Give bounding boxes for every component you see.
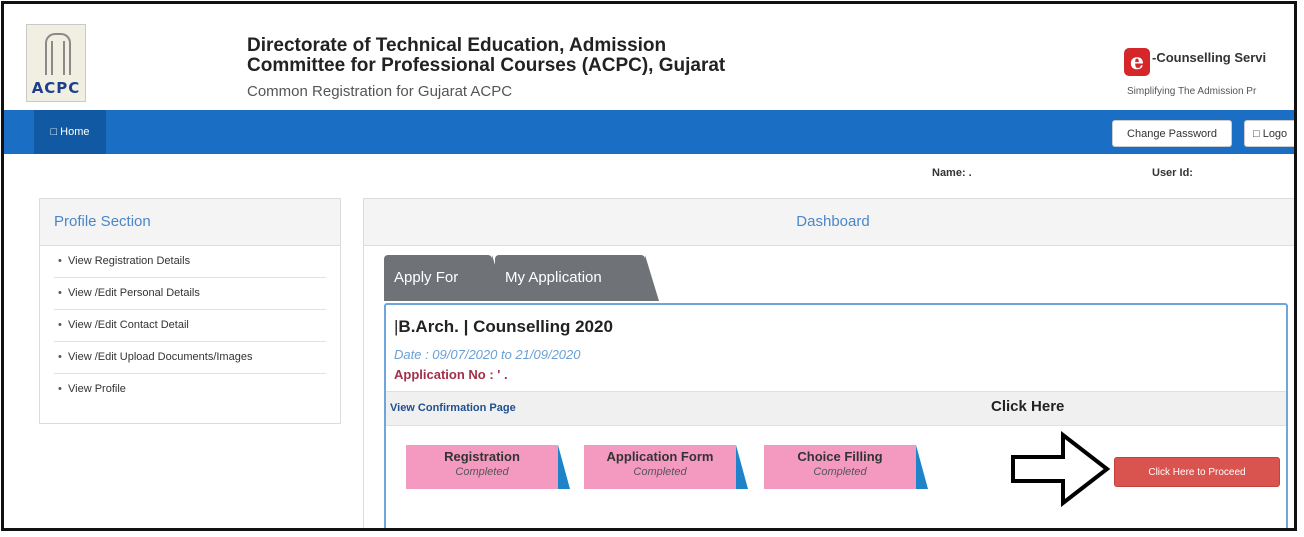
site-title-line2: Committee for Professional Courses (ACPC… (247, 55, 726, 76)
step-title: Choice Filling (797, 449, 883, 464)
acpc-logo: ACPC (26, 24, 86, 102)
step-title: Application Form (606, 449, 714, 464)
course-title: |B.Arch. | Counselling 2020 (394, 317, 613, 337)
dashboard-panel: Dashboard Apply For My Application |B.Ar… (363, 198, 1294, 528)
page-frame: ACPC Directorate of Technical Education,… (1, 1, 1297, 531)
profile-item-label: View Profile (68, 383, 126, 395)
bullet-icon: • (58, 287, 62, 299)
profile-item-label: View /Edit Upload Documents/Images (68, 351, 253, 363)
profile-section-title: Profile Section (40, 199, 340, 246)
click-here-annotation: Click Here (991, 398, 1065, 415)
step-title: Registration (444, 449, 520, 464)
main-navbar: □ Home Change Password □ Logo (4, 110, 1294, 154)
application-number: Application No : ' . (394, 367, 508, 382)
bullet-icon: • (58, 319, 62, 331)
click-here-to-proceed-button[interactable]: Click Here to Proceed (1114, 457, 1280, 487)
profile-item-edit-personal[interactable]: • View /Edit Personal Details (54, 278, 326, 310)
dashboard-title: Dashboard (364, 199, 1294, 246)
pillar-emblem-icon (45, 33, 71, 75)
e-counselling-title: -Counselling Servi (1152, 50, 1267, 65)
site-title-line1: Directorate of Technical Education, Admi… (247, 35, 667, 56)
profile-item-label: View /Edit Contact Detail (68, 319, 189, 331)
counselling-dates: Date : 09/07/2020 to 21/09/2020 (394, 347, 581, 362)
bullet-icon: • (58, 255, 62, 267)
step-application-form: Application Form Completed (584, 445, 748, 489)
e-counselling-logo-icon: e (1124, 48, 1150, 76)
confirmation-row: View Confirmation Page Click Here (386, 391, 1286, 426)
step-choice-filling: Choice Filling Completed (764, 445, 928, 489)
bullet-icon: • (58, 351, 62, 363)
course-suffix: | Counselling 2020 (458, 317, 613, 336)
logout-button[interactable]: □ Logo (1244, 120, 1294, 147)
bullet-icon: • (58, 383, 62, 395)
profile-item-label: View Registration Details (68, 255, 191, 267)
course-name: B.Arch. (398, 317, 459, 336)
step-status: Completed (633, 466, 687, 478)
view-confirmation-link[interactable]: View Confirmation Page (390, 402, 516, 414)
profile-item-view-registration[interactable]: • View Registration Details (54, 246, 326, 278)
step-registration: Registration Completed (406, 445, 570, 489)
step-status: Completed (813, 466, 867, 478)
profile-menu: • View Registration Details • View /Edit P… (40, 246, 340, 405)
nav-home-link[interactable]: □ Home (34, 110, 106, 154)
acpc-logo-text: ACPC (31, 79, 81, 97)
profile-item-label: View /Edit Personal Details (68, 287, 200, 299)
site-subtitle: Common Registration for Gujarat ACPC (247, 83, 513, 100)
tab-my-application[interactable]: My Application (495, 255, 659, 301)
profile-section: Profile Section • View Registration Detai… (39, 198, 341, 424)
user-id-label: User Id: (1152, 167, 1193, 179)
site-header: ACPC Directorate of Technical Education,… (4, 4, 1294, 110)
profile-item-view-profile[interactable]: • View Profile (54, 374, 326, 405)
step-status: Completed (455, 466, 509, 478)
right-arrow-icon (1011, 430, 1111, 512)
user-name-label: Name: . (932, 167, 972, 179)
profile-item-edit-contact[interactable]: • View /Edit Contact Detail (54, 310, 326, 342)
e-counselling-tagline: Simplifying The Admission Pr (1127, 86, 1257, 97)
change-password-button[interactable]: Change Password (1112, 120, 1232, 147)
profile-item-upload-documents[interactable]: • View /Edit Upload Documents/Images (54, 342, 326, 374)
tab-apply-for[interactable]: Apply For (384, 255, 506, 301)
application-card: |B.Arch. | Counselling 2020 Date : 09/07… (384, 303, 1288, 528)
